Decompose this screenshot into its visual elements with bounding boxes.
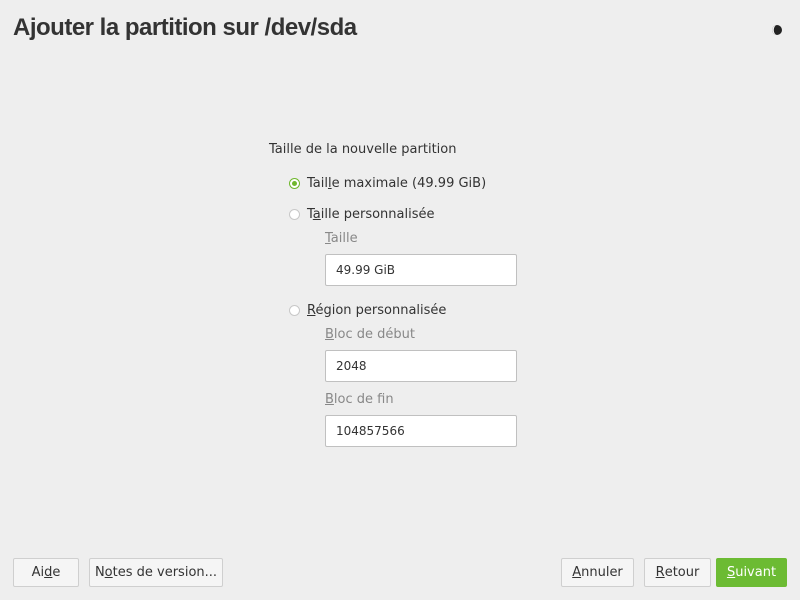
start-block-label: Bloc de début bbox=[325, 327, 415, 342]
half-moon-icon bbox=[771, 21, 783, 40]
radio-label: Taille personnalisée bbox=[307, 206, 435, 222]
radio-indicator[interactable] bbox=[289, 304, 300, 316]
next-button[interactable]: Suivant bbox=[716, 558, 787, 587]
end-block-input[interactable] bbox=[325, 415, 517, 447]
radio-custom-size[interactable]: Taille personnalisée bbox=[289, 205, 435, 223]
radio-indicator[interactable] bbox=[289, 208, 300, 220]
size-label: Taille bbox=[325, 231, 358, 246]
radio-label: Région personnalisée bbox=[307, 302, 447, 318]
page-title: Ajouter la partition sur /dev/sda bbox=[13, 14, 357, 41]
end-block-label: Bloc de fin bbox=[325, 392, 394, 407]
section-label: Taille de la nouvelle partition bbox=[269, 142, 457, 157]
help-button[interactable]: Ai d e bbox=[13, 558, 79, 587]
theme-toggle-button[interactable] bbox=[768, 21, 786, 39]
size-input[interactable] bbox=[325, 254, 517, 286]
cancel-button[interactable]: Annuler bbox=[561, 558, 634, 587]
radio-max-size[interactable]: Taille maximale (49.99 GiB) bbox=[289, 174, 486, 192]
radio-custom-region[interactable]: Région personnalisée bbox=[289, 301, 446, 319]
radio-label: Taille maximale (49.99 GiB) bbox=[307, 175, 487, 191]
start-block-input[interactable] bbox=[325, 350, 517, 382]
radio-indicator[interactable] bbox=[289, 177, 300, 189]
back-button[interactable]: Retour bbox=[644, 558, 711, 587]
release-notes-button[interactable]: No tes de version... bbox=[89, 558, 223, 587]
